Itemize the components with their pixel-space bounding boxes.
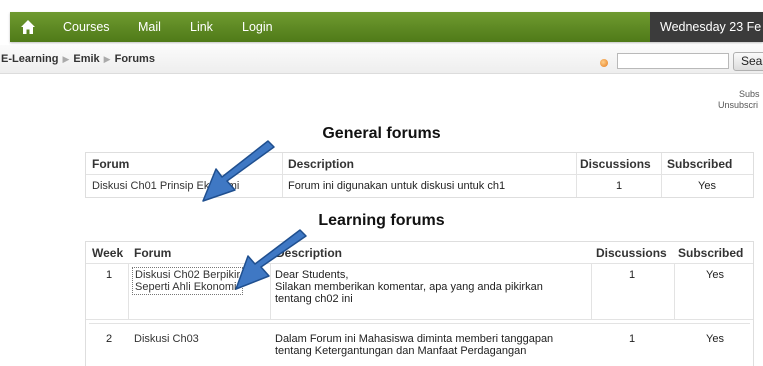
nav-courses[interactable]: Courses <box>63 20 110 34</box>
description-line: Dear Students, <box>275 269 349 281</box>
search-button[interactable]: Sea <box>733 52 763 71</box>
annotation-arrow-icon <box>202 140 275 202</box>
learning-forums-table: Week Forum Description Discussions Subsc… <box>85 241 754 366</box>
forum-description: Dear Students, Silakan memberikan koment… <box>275 269 543 305</box>
forum-link-line: Seperti Ahli Ekonomi <box>135 281 237 293</box>
breadcrumb-e-learning[interactable]: E-Learning <box>1 53 58 65</box>
col-header-subscribed: Subscribed <box>678 246 744 260</box>
forum-link[interactable]: Diskusi Ch03 <box>134 333 199 345</box>
breadcrumb-forums: Forums <box>114 53 155 65</box>
col-header-forum: Forum <box>92 157 130 171</box>
week-number: 2 <box>106 333 113 345</box>
unsubscribe-all-link[interactable]: Unsubscri <box>718 100 758 110</box>
week-number: 1 <box>106 269 113 281</box>
forum-link[interactable]: Diskusi Ch02 Berpikir Seperti Ahli Ekono… <box>132 267 244 295</box>
description-line: tentang Ketergantungan dan Manfaat Perda… <box>275 345 527 357</box>
current-date: Wednesday 23 Fe <box>650 12 763 42</box>
search-input[interactable] <box>617 53 729 69</box>
nav-login[interactable]: Login <box>242 20 273 34</box>
general-forums-table: Forum Description Discussions Subscribed… <box>85 152 754 198</box>
discussion-count[interactable]: 1 <box>629 269 635 281</box>
breadcrumb-emik[interactable]: Emik <box>73 53 99 65</box>
subscribed-status: Yes <box>706 269 724 281</box>
nav-link[interactable]: Link <box>190 20 213 34</box>
general-forums-heading: General forums <box>322 125 441 142</box>
nav-mail[interactable]: Mail <box>138 20 161 34</box>
forum-description: Dalam Forum ini Mahasiswa diminta member… <box>275 333 553 357</box>
annotation-arrow-icon <box>235 229 307 290</box>
col-header-discussions: Discussions <box>596 246 667 260</box>
breadcrumb-separator-icon: ▶ <box>62 54 70 64</box>
description-line: Dalam Forum ini Mahasiswa diminta member… <box>275 333 554 345</box>
subscribed-status: Yes <box>706 333 724 345</box>
discussion-count[interactable]: 1 <box>616 180 622 192</box>
learning-forums-heading: Learning forums <box>318 212 445 229</box>
forum-description: Forum ini digunakan untuk diskusi untuk … <box>288 180 506 192</box>
description-line: tentang ch02 ini <box>275 293 353 305</box>
col-header-discussions: Discussions <box>580 157 651 171</box>
top-navigation-bar: Courses Mail Link Login Wednesday 23 Fe <box>10 12 763 42</box>
description-line: Silakan memberikan komentar, apa yang an… <box>275 281 543 293</box>
breadcrumb-separator-icon: ▶ <box>103 54 111 64</box>
search-indicator-icon <box>600 59 608 67</box>
discussion-count[interactable]: 1 <box>629 333 635 345</box>
subscribed-status: Yes <box>698 180 716 192</box>
col-header-week: Week <box>92 246 124 260</box>
breadcrumb: E-Learning ▶ Emik ▶ Forums <box>1 53 155 65</box>
home-icon[interactable] <box>20 19 36 35</box>
subscribe-all-link[interactable]: Subs <box>739 89 760 99</box>
col-header-subscribed: Subscribed <box>667 157 733 171</box>
col-header-description: Description <box>288 157 355 171</box>
breadcrumb-bar: E-Learning ▶ Emik ▶ Forums Sea <box>0 45 763 74</box>
forum-link-line: Diskusi Ch02 Berpikir <box>135 269 241 281</box>
col-header-forum: Forum <box>134 246 172 260</box>
